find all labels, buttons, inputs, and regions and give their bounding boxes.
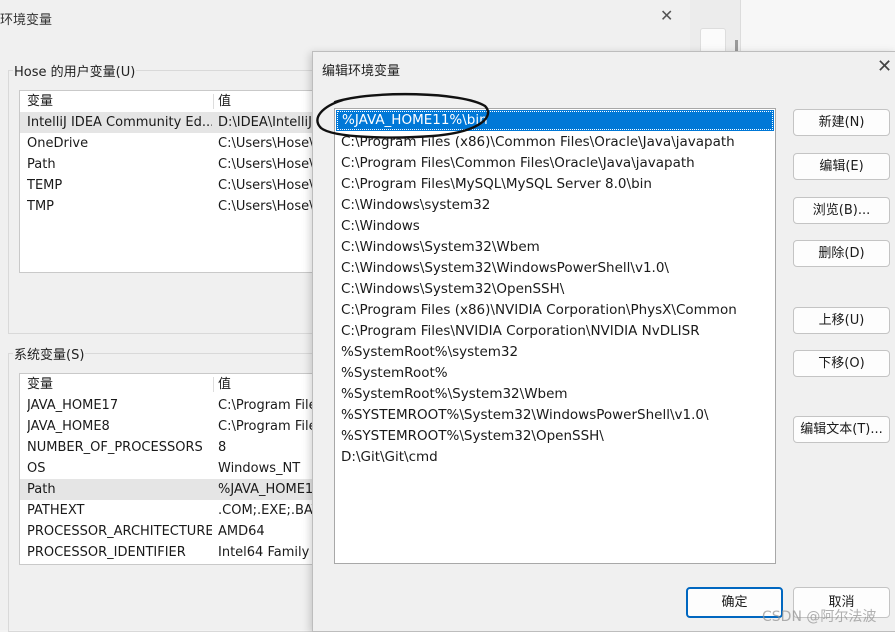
system-vars-list[interactable]: 变量 值 JAVA_HOME17 C:\Program File JAVA_HOM… bbox=[19, 373, 321, 565]
table-row[interactable]: IntelliJ IDEA Community Ed... D:\IDEA\Int… bbox=[20, 112, 320, 133]
delete-button[interactable]: 删除(D) bbox=[793, 240, 890, 267]
list-item[interactable]: C:\Program Files\Common Files\Oracle\Jav… bbox=[335, 153, 775, 174]
list-item[interactable]: C:\Windows bbox=[335, 216, 775, 237]
move-up-button[interactable]: 上移(U) bbox=[793, 307, 890, 334]
list-item[interactable]: C:\Program Files\MySQL\MySQL Server 8.0\… bbox=[335, 174, 775, 195]
list-item[interactable]: C:\Windows\System32\OpenSSH\ bbox=[335, 279, 775, 300]
edit-button[interactable]: 编辑(E) bbox=[793, 153, 890, 180]
list-item[interactable]: C:\Program Files (x86)\NVIDIA Corporatio… bbox=[335, 300, 775, 321]
list-item[interactable]: C:\Windows\system32 bbox=[335, 195, 775, 216]
user-vars-header: 变量 值 bbox=[20, 91, 320, 112]
user-vars-list[interactable]: 变量 值 IntelliJ IDEA Community Ed... D:\IDE… bbox=[19, 90, 321, 273]
list-item[interactable]: D:\Git\Git\cmd bbox=[335, 447, 775, 468]
move-down-button[interactable]: 下移(O) bbox=[793, 350, 890, 377]
env-vars-window-title: 环境变量 bbox=[0, 13, 53, 28]
path-list[interactable]: %JAVA_HOME11%\bin C:\Program Files (x86)… bbox=[334, 108, 776, 564]
watermark: CSDN @阿尔法波 bbox=[762, 609, 877, 625]
table-row[interactable]: OneDrive C:\Users\Hose\ bbox=[20, 133, 320, 154]
column-header-value[interactable]: 值 bbox=[218, 374, 320, 395]
table-row[interactable]: OS Windows_NT bbox=[20, 458, 320, 479]
list-item[interactable]: C:\Windows\System32\Wbem bbox=[335, 237, 775, 258]
system-vars-header: 变量 值 bbox=[20, 374, 320, 395]
browse-button[interactable]: 浏览(B)... bbox=[793, 197, 890, 224]
edit-text-button[interactable]: 编辑文本(T)... bbox=[793, 416, 890, 443]
list-item[interactable]: %SystemRoot% bbox=[335, 363, 775, 384]
table-row[interactable]: PROCESSOR_ARCHITECTURE AMD64 bbox=[20, 521, 320, 542]
list-item[interactable]: C:\Windows\System32\WindowsPowerShell\v1… bbox=[335, 258, 775, 279]
list-item[interactable]: C:\Program Files (x86)\Common Files\Orac… bbox=[335, 132, 775, 153]
column-header-variable[interactable]: 变量 bbox=[27, 374, 212, 395]
column-header-variable[interactable]: 变量 bbox=[27, 91, 212, 112]
env-vars-close-icon[interactable]: ✕ bbox=[660, 6, 673, 25]
dialog-title: 编辑环境变量 bbox=[322, 64, 401, 79]
list-item[interactable]: %SYSTEMROOT%\System32\OpenSSH\ bbox=[335, 426, 775, 447]
column-header-value[interactable]: 值 bbox=[218, 91, 320, 112]
table-row[interactable]: Path %JAVA_HOME1 bbox=[20, 479, 320, 500]
list-item[interactable]: %SystemRoot%\System32\Wbem bbox=[335, 384, 775, 405]
user-vars-group-label: Hose 的用户变量(U) bbox=[13, 61, 137, 80]
table-row[interactable]: JAVA_HOME17 C:\Program File bbox=[20, 395, 320, 416]
table-row[interactable]: TMP C:\Users\Hose\ bbox=[20, 196, 320, 217]
table-row[interactable]: TEMP C:\Users\Hose\ bbox=[20, 175, 320, 196]
close-icon[interactable]: ✕ bbox=[877, 56, 892, 77]
list-item[interactable]: %JAVA_HOME11%\bin bbox=[336, 110, 774, 131]
table-row[interactable]: JAVA_HOME8 C:\Program File bbox=[20, 416, 320, 437]
table-row[interactable]: NUMBER_OF_PROCESSORS 8 bbox=[20, 437, 320, 458]
new-button[interactable]: 新建(N) bbox=[793, 109, 890, 136]
system-vars-group-label: 系统变量(S) bbox=[13, 344, 86, 363]
table-row[interactable]: PROCESSOR_IDENTIFIER Intel64 Family 6 bbox=[20, 542, 320, 563]
list-item[interactable]: %SystemRoot%\system32 bbox=[335, 342, 775, 363]
table-row[interactable]: PATHEXT .COM;.EXE;.BAT bbox=[20, 500, 320, 521]
table-row[interactable]: Path C:\Users\Hose\ bbox=[20, 154, 320, 175]
list-item[interactable]: C:\Program Files\NVIDIA Corporation\NVID… bbox=[335, 321, 775, 342]
list-item[interactable]: %SYSTEMROOT%\System32\WindowsPowerShell\… bbox=[335, 405, 775, 426]
edit-env-var-dialog: 编辑环境变量 ✕ %JAVA_HOME11%\bin C:\Program Fi… bbox=[312, 51, 895, 632]
